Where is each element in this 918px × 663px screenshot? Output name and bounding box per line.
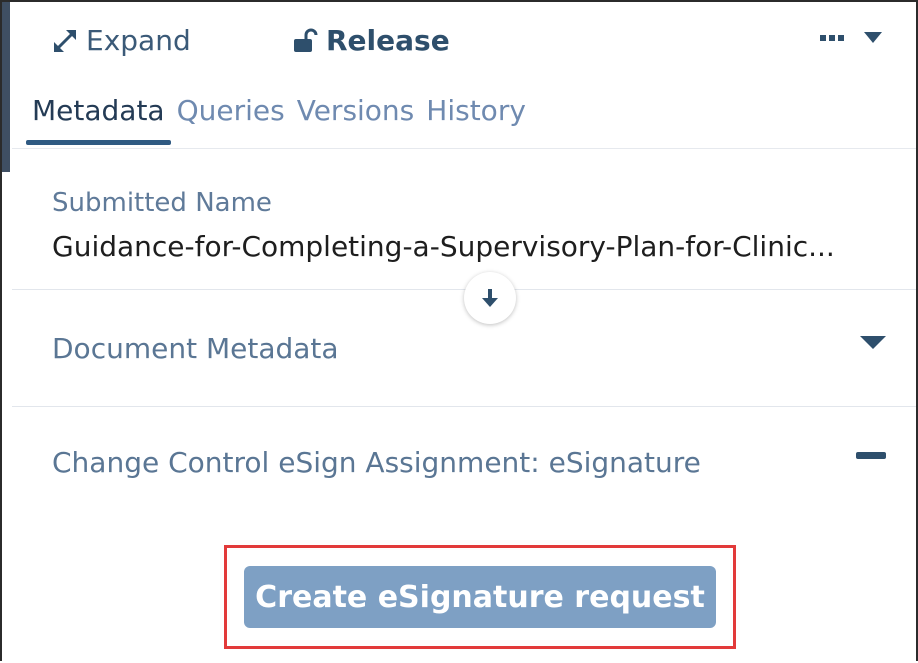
tab-versions[interactable]: Versions: [297, 94, 415, 145]
minus-icon[interactable]: [856, 452, 886, 459]
arrow-down-icon: [479, 287, 501, 309]
create-esignature-request-button[interactable]: Create eSignature request: [244, 566, 716, 628]
panel-toolbar: Expand Release: [2, 2, 916, 86]
collapse-summary-button[interactable]: [464, 272, 516, 324]
esign-assignment-section[interactable]: Change Control eSign Assignment: eSignat…: [52, 446, 886, 486]
caret-down-icon[interactable]: [864, 32, 882, 44]
section-divider: [12, 406, 916, 407]
esign-assignment-title: Change Control eSign Assignment: eSignat…: [52, 446, 701, 479]
caret-down-icon[interactable]: [860, 336, 886, 350]
expand-button[interactable]: Expand: [52, 24, 191, 57]
details-panel: Expand Release Metadata Queries Versions…: [0, 0, 918, 661]
tab-bar: Metadata Queries Versions History: [26, 94, 526, 145]
unlock-icon: [292, 28, 318, 54]
summary-divider: [12, 289, 916, 290]
tab-history[interactable]: History: [426, 94, 526, 145]
tab-divider: [12, 148, 916, 149]
more-horizontal-icon[interactable]: [820, 34, 844, 42]
release-label: Release: [326, 24, 450, 57]
tab-metadata[interactable]: Metadata: [26, 94, 171, 145]
release-button[interactable]: Release: [292, 24, 450, 57]
submitted-name-value: Guidance-for-Completing-a-Supervisory-Pl…: [52, 230, 835, 263]
tab-queries[interactable]: Queries: [177, 94, 285, 145]
more-actions-menu[interactable]: [820, 32, 882, 44]
document-metadata-section[interactable]: Document Metadata: [52, 332, 886, 372]
expand-label: Expand: [86, 24, 191, 57]
submitted-name-label: Submitted Name: [52, 188, 272, 218]
expand-arrows-icon: [52, 28, 78, 54]
document-metadata-title: Document Metadata: [52, 332, 339, 365]
